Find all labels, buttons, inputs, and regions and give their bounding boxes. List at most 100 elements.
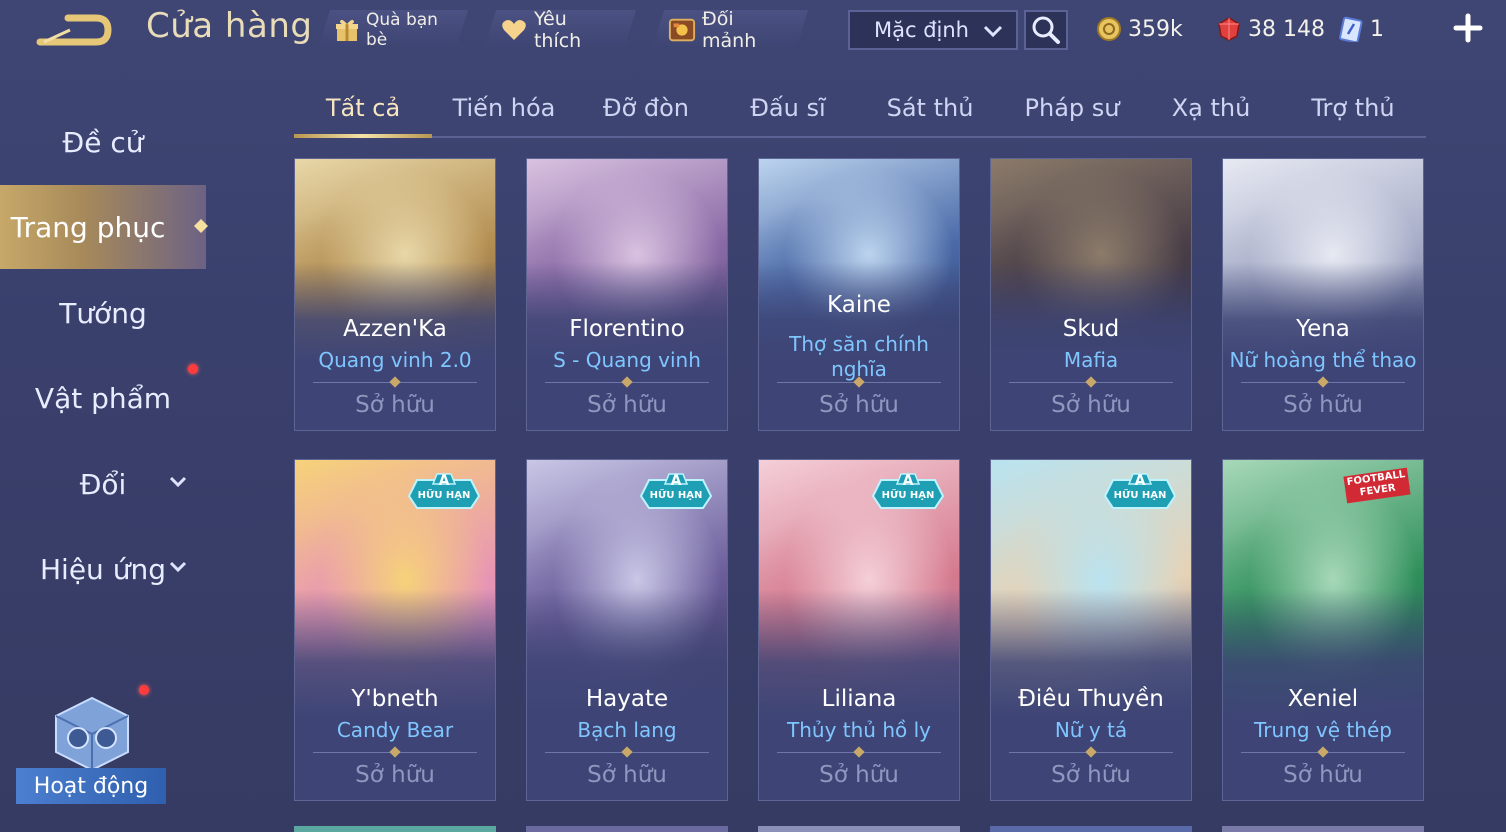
tab-fighter[interactable]: Đấu sĩ (718, 82, 858, 134)
skin-name: Nữ y tá (1054, 718, 1128, 742)
limited-badge: A HỮU HẠN (639, 472, 713, 512)
gold-balance: 359k (1096, 12, 1183, 46)
skin-card[interactable]: Azzen'Ka Quang vinh 2.0 Sở hữu (294, 158, 496, 431)
chevron-down-icon (169, 476, 187, 488)
skin-name: Trung vệ thép (1254, 718, 1392, 742)
hero-name: Hayate (585, 686, 669, 712)
tab-evolution[interactable]: Tiến hóa (434, 82, 574, 134)
sidebar-item-effects[interactable]: Hiệu ứng (0, 527, 206, 611)
top-bar: Cửa hàng Quà bạn bè Yêu thích Đổi mảnh M… (0, 0, 1506, 62)
sidebar-item-label: Trang phục (10, 210, 166, 244)
hero-name: Yena (1296, 316, 1350, 342)
tab-label: Tiến hóa (452, 94, 556, 122)
event-box-icon (55, 696, 129, 772)
tab-label: Trợ thủ (1311, 94, 1395, 122)
skin-card[interactable]: Xeniel Trung vệ thép Sở hữu FOOTBALL FEVER (1222, 459, 1424, 801)
skin-name: S - Quang vinh (553, 348, 701, 372)
owned-status: Sở hữu (355, 392, 435, 418)
skin-name: Candy Bear (336, 718, 454, 742)
card-peek (990, 826, 1192, 832)
chevron-down-icon (983, 25, 1003, 38)
tab-label: Sát thủ (886, 94, 974, 122)
owned-status: Sở hữu (819, 392, 899, 418)
hero-name: Florentino (569, 316, 685, 342)
tab-support[interactable]: Trợ thủ (1280, 82, 1426, 134)
skin-card[interactable]: Yena Nữ hoàng thể thao Sở hữu (1222, 158, 1424, 431)
tab-label: Đỡ đòn (602, 94, 690, 122)
exchange-fragments-label: Đổi mảnh (702, 8, 757, 52)
sidebar-item-skins[interactable]: Trang phục (0, 185, 208, 269)
gift-icon (334, 16, 360, 44)
friend-gift-button[interactable]: Quà bạn bè (318, 10, 468, 50)
plus-icon[interactable] (1450, 10, 1486, 46)
badge-letter: A (438, 473, 450, 489)
skin-card[interactable]: Hayate Bạch lang Sở hữu A HỮU HẠN (526, 459, 728, 801)
skin-card[interactable]: Kaine Thợ săn chính nghĩa Sở hữu (758, 158, 960, 431)
tab-label: Xạ thủ (1171, 94, 1251, 122)
hero-name: Xeniel (1287, 686, 1359, 712)
ruby-balance: 38 148 (1216, 12, 1325, 46)
sidebar-item-exchange[interactable]: Đổi (0, 442, 206, 526)
owned-status: Sở hữu (355, 762, 435, 788)
tab-marksman[interactable]: Xạ thủ (1144, 82, 1278, 134)
selection-diamond-icon (194, 219, 208, 233)
badge-letter: A (902, 473, 914, 489)
skin-card[interactable]: Điêu Thuyền Nữ y tá Sở hữu A HỮU HẠN (990, 459, 1192, 801)
notification-dot (188, 364, 198, 374)
voucher-balance: 1 (1338, 12, 1384, 46)
sidebar-item-label: Đổi (79, 467, 127, 501)
search-button[interactable] (1024, 10, 1068, 50)
event-label: Hoạt động (16, 768, 166, 804)
owned-status: Sở hữu (587, 762, 667, 788)
sidebar-item-label: Vật phẩm (34, 381, 172, 415)
skin-card[interactable]: Florentino S - Quang vinh Sở hữu (526, 158, 728, 431)
tab-all[interactable]: Tất cả (294, 82, 432, 138)
badge-text: HỮU HẠN (881, 490, 935, 501)
gold-value: 359k (1128, 16, 1183, 42)
search-icon (1032, 16, 1060, 44)
heart-icon (500, 16, 528, 44)
sidebar-item-items[interactable]: Vật phẩm (0, 356, 206, 440)
favorites-button[interactable]: Yêu thích (484, 10, 636, 50)
back-arrow-icon[interactable] (34, 8, 114, 50)
owned-status: Sở hữu (1051, 762, 1131, 788)
ruby-value: 38 148 (1248, 16, 1325, 42)
owned-status: Sở hữu (1051, 392, 1131, 418)
sidebar-item-heroes[interactable]: Tướng (0, 271, 206, 355)
hero-name: Skud (1062, 316, 1120, 342)
skin-card[interactable]: Liliana Thủy thủ hồ ly Sở hữu A HỮU HẠN (758, 459, 960, 801)
card-peek (526, 826, 728, 832)
gold-coin-icon (1097, 17, 1121, 41)
tab-label: Pháp sư (1024, 94, 1120, 122)
skin-name: Thủy thủ hồ ly (787, 718, 931, 742)
hero-name: Kaine (827, 292, 891, 318)
sidebar-item-label: Hiệu ứng (40, 552, 166, 586)
limited-badge: A HỮU HẠN (871, 472, 945, 512)
ruby-gem-icon (1218, 17, 1240, 41)
owned-status: Sở hữu (819, 762, 899, 788)
sort-dropdown[interactable]: Mặc định (848, 10, 1018, 50)
card-peek (1222, 826, 1424, 832)
skin-card[interactable]: Y'bneth Candy Bear Sở hữu A HỮU HẠN (294, 459, 496, 801)
sidebar-item-recommended[interactable]: Đề cử (0, 100, 206, 184)
event-button[interactable]: Hoạt động (16, 694, 166, 804)
fragment-chest-icon (668, 16, 696, 44)
limited-badge: A HỮU HẠN (407, 472, 481, 512)
tab-mage[interactable]: Pháp sư (1002, 82, 1142, 134)
skin-card[interactable]: Skud Mafia Sở hữu (990, 158, 1192, 431)
role-tabs: Tất cả Tiến hóa Đỡ đòn Đấu sĩ Sát thủ Ph… (294, 82, 1426, 138)
favorites-label: Yêu thích (533, 8, 582, 52)
skin-name: Bạch lang (577, 718, 677, 742)
limited-badge: A HỮU HẠN (1103, 472, 1177, 512)
tab-tank[interactable]: Đỡ đòn (576, 82, 716, 134)
page-title: Cửa hàng (146, 6, 313, 46)
sidebar-item-label: Đề cử (62, 125, 144, 159)
badge-letter: A (1134, 473, 1146, 489)
skin-name: Thợ săn chính nghĩa (789, 332, 929, 381)
voucher-card-icon (1339, 16, 1363, 42)
tab-assassin[interactable]: Sát thủ (860, 82, 1000, 134)
hero-name: Liliana (821, 686, 897, 712)
owned-status: Sở hữu (1283, 392, 1363, 418)
exchange-fragments-button[interactable]: Đổi mảnh (652, 10, 808, 50)
sort-value: Mặc định (874, 18, 969, 42)
